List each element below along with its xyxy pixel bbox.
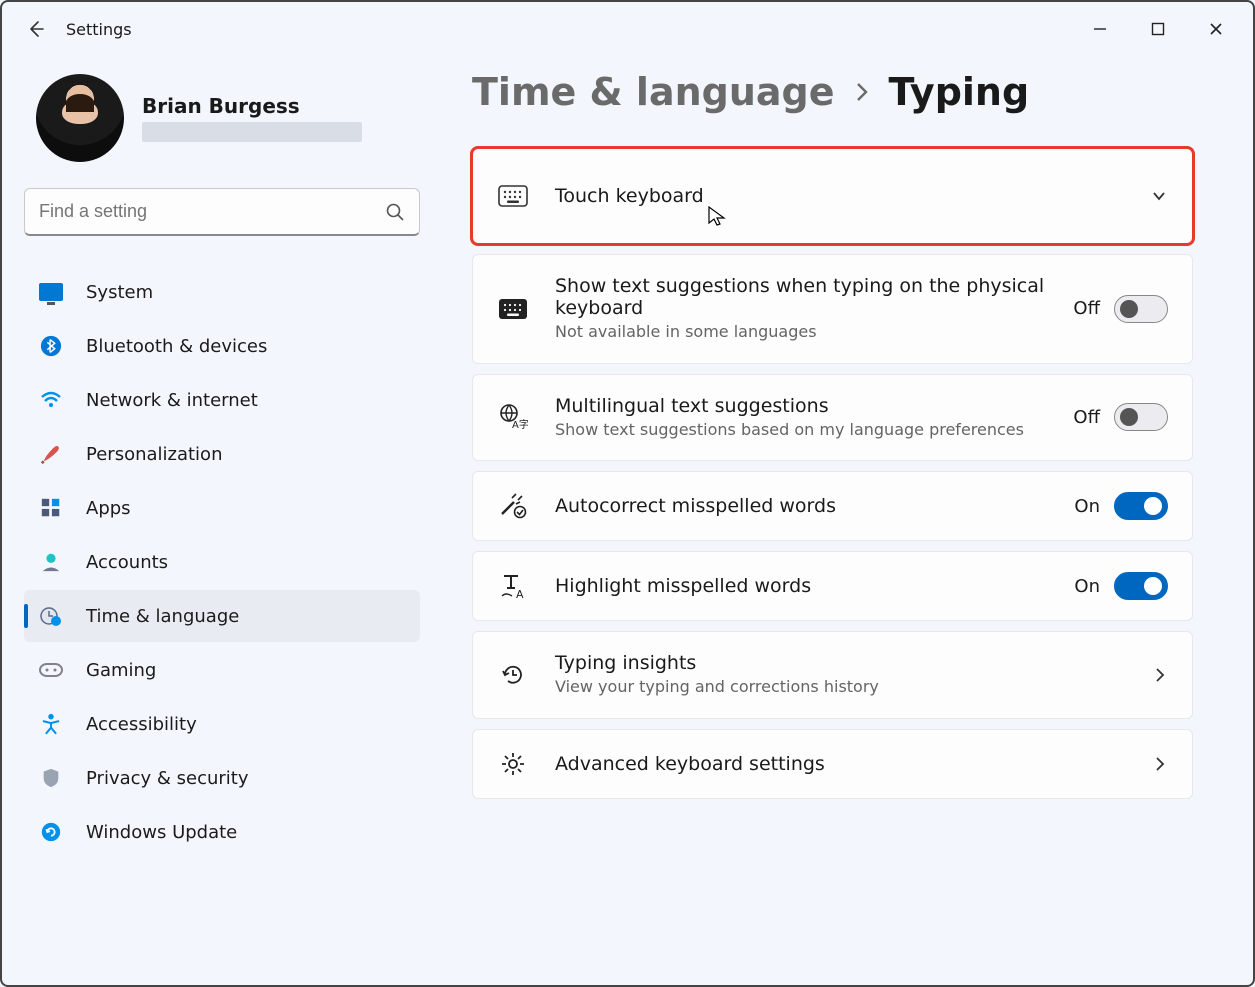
card-autocorrect[interactable]: Autocorrect misspelled words On (472, 471, 1193, 541)
toggle-state-label: On (1074, 496, 1100, 517)
sidebar: Brian Burgess System (2, 56, 442, 985)
card-physical-suggestions[interactable]: Show text suggestions when typing on the… (472, 254, 1193, 364)
sidebar-item-network[interactable]: Network & internet (24, 374, 420, 426)
toggle-highlight[interactable] (1114, 572, 1168, 600)
card-touch-keyboard[interactable]: Touch keyboard (472, 148, 1193, 244)
sidebar-item-personalization[interactable]: Personalization (24, 428, 420, 480)
system-icon (38, 279, 64, 305)
svg-text:A字: A字 (512, 418, 528, 431)
accounts-icon (38, 549, 64, 575)
wifi-icon (38, 387, 64, 413)
bluetooth-icon (38, 333, 64, 359)
sidebar-item-label: Windows Update (86, 822, 237, 843)
card-title: Touch keyboard (555, 185, 1124, 207)
title-bar: Settings (2, 2, 1253, 56)
sidebar-item-label: Time & language (86, 606, 239, 627)
toggle-state-label: Off (1073, 407, 1100, 428)
card-advanced-keyboard[interactable]: Advanced keyboard settings (472, 729, 1193, 799)
card-subtitle: View your typing and corrections history (555, 676, 1126, 698)
toggle-physical-suggestions[interactable] (1114, 295, 1168, 323)
paintbrush-icon (38, 441, 64, 467)
sidebar-item-label: Network & internet (86, 390, 258, 411)
sidebar-item-label: Accounts (86, 552, 168, 573)
sidebar-item-windows-update[interactable]: Windows Update (24, 806, 420, 858)
card-highlight-misspelled[interactable]: A Highlight misspelled words On (472, 551, 1193, 621)
maximize-icon (1151, 22, 1165, 36)
keyboard-solid-icon (497, 298, 529, 320)
card-title: Multilingual text suggestions (555, 395, 1047, 417)
profile-block[interactable]: Brian Burgess (24, 74, 420, 162)
sidebar-item-label: Bluetooth & devices (86, 336, 267, 357)
sidebar-item-gaming[interactable]: Gaming (24, 644, 420, 696)
content-area: Time & language Typing Touch keyboard (442, 56, 1253, 985)
toggle-state-label: Off (1073, 298, 1100, 319)
history-icon (497, 661, 529, 689)
update-icon (38, 819, 64, 845)
card-title: Advanced keyboard settings (555, 753, 1126, 775)
toggle-multilingual[interactable] (1114, 403, 1168, 431)
accessibility-icon (38, 711, 64, 737)
toggle-state-label: On (1074, 576, 1100, 597)
sidebar-item-label: Personalization (86, 444, 222, 465)
app-title: Settings (66, 20, 132, 39)
close-button[interactable] (1187, 9, 1245, 49)
card-title: Autocorrect misspelled words (555, 495, 1048, 517)
sidebar-item-label: Apps (86, 498, 131, 519)
toggle-autocorrect[interactable] (1114, 492, 1168, 520)
card-typing-insights[interactable]: Typing insights View your typing and cor… (472, 631, 1193, 719)
search-box[interactable] (24, 188, 420, 236)
close-icon (1209, 22, 1223, 36)
sidebar-item-apps[interactable]: Apps (24, 482, 420, 534)
chevron-right-icon (853, 78, 871, 106)
card-title: Show text suggestions when typing on the… (555, 275, 1047, 319)
sidebar-item-system[interactable]: System (24, 266, 420, 318)
clock-globe-icon (38, 603, 64, 629)
highlight-icon: A (497, 572, 529, 600)
sidebar-item-label: Accessibility (86, 714, 197, 735)
gear-icon (497, 750, 529, 778)
sidebar-item-label: Privacy & security (86, 768, 249, 789)
search-icon (385, 202, 405, 222)
arrow-left-icon (26, 19, 46, 39)
chevron-right-icon (1152, 756, 1168, 772)
globe-language-icon: A字 (497, 403, 529, 431)
card-title: Highlight misspelled words (555, 575, 1048, 597)
card-subtitle: Show text suggestions based on my langua… (555, 419, 1047, 441)
card-subtitle: Not available in some languages (555, 321, 1047, 343)
sidebar-item-privacy[interactable]: Privacy & security (24, 752, 420, 804)
gamepad-icon (38, 657, 64, 683)
search-input[interactable] (39, 201, 385, 222)
wand-check-icon (497, 492, 529, 520)
profile-name: Brian Burgess (142, 94, 362, 118)
chevron-right-icon (1152, 667, 1168, 683)
profile-email-redacted (142, 122, 362, 142)
minimize-button[interactable] (1071, 9, 1129, 49)
nav-list: System Bluetooth & devices Network & int… (24, 266, 420, 858)
cursor-icon (707, 205, 729, 227)
sidebar-item-label: System (86, 282, 153, 303)
sidebar-item-time-language[interactable]: Time & language (24, 590, 420, 642)
keyboard-outline-icon (497, 185, 529, 207)
shield-icon (38, 765, 64, 791)
sidebar-item-accounts[interactable]: Accounts (24, 536, 420, 588)
breadcrumb: Time & language Typing (472, 70, 1193, 114)
back-button[interactable] (16, 9, 56, 49)
apps-icon (38, 495, 64, 521)
svg-text:A: A (516, 588, 524, 600)
minimize-icon (1093, 22, 1107, 36)
chevron-down-icon (1150, 187, 1168, 205)
breadcrumb-current: Typing (889, 70, 1030, 114)
sidebar-item-accessibility[interactable]: Accessibility (24, 698, 420, 750)
sidebar-item-label: Gaming (86, 660, 156, 681)
breadcrumb-parent[interactable]: Time & language (472, 70, 835, 114)
card-multilingual-suggestions[interactable]: A字 Multilingual text suggestions Show te… (472, 374, 1193, 462)
card-title: Typing insights (555, 652, 1126, 674)
maximize-button[interactable] (1129, 9, 1187, 49)
avatar (36, 74, 124, 162)
sidebar-item-bluetooth[interactable]: Bluetooth & devices (24, 320, 420, 372)
